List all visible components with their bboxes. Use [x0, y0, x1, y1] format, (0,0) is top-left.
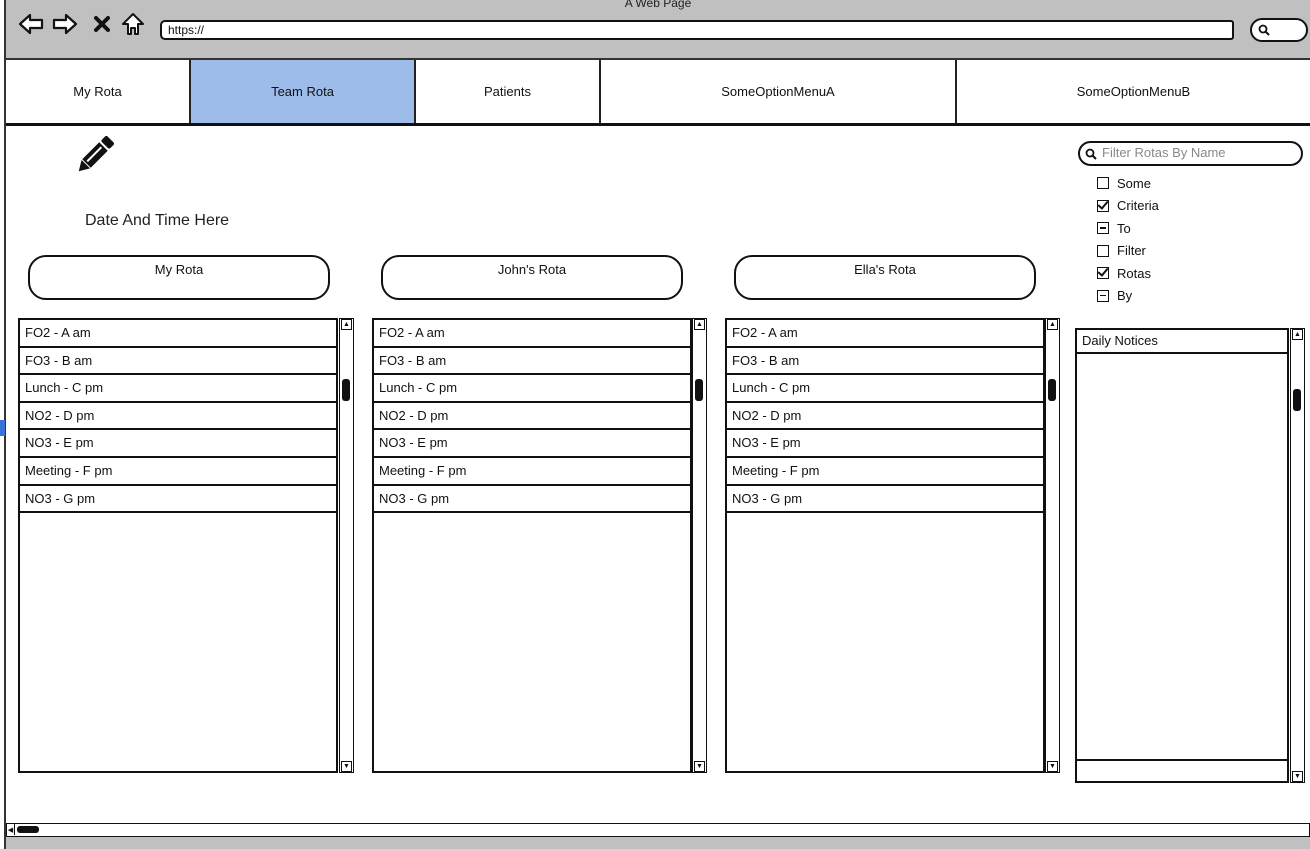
rota-list-my-rota: FO2 - A am FO3 - B am Lunch - C pm NO2 -… — [18, 318, 338, 773]
checkbox-some[interactable]: Some — [1097, 172, 1159, 195]
list-item[interactable]: NO2 - D pm — [727, 403, 1043, 431]
list-item[interactable]: NO3 - E pm — [727, 430, 1043, 458]
daily-notices-scrollbar[interactable]: ▲ ▼ — [1290, 328, 1305, 783]
url-input[interactable]: https:// — [160, 20, 1234, 40]
browser-status-bar — [6, 837, 1310, 849]
home-icon — [122, 13, 144, 35]
list-item[interactable]: NO2 - D pm — [20, 403, 336, 431]
scroll-up-arrow-icon[interactable]: ▲ — [694, 319, 705, 330]
checkbox-label: Filter — [1117, 243, 1146, 259]
rota-header-johns-rota[interactable]: John's Rota — [381, 255, 683, 300]
list-item[interactable]: Meeting - F pm — [20, 458, 336, 486]
list-item[interactable]: NO2 - D pm — [374, 403, 690, 431]
checkbox-unchecked-icon — [1097, 177, 1109, 190]
checkbox-unchecked-icon — [1097, 244, 1109, 257]
scroll-up-arrow-icon[interactable]: ▲ — [1047, 319, 1058, 330]
forward-arrow-icon — [52, 13, 78, 35]
list-item[interactable]: FO2 - A am — [20, 320, 336, 348]
search-icon — [1085, 148, 1097, 160]
daily-notices-footer — [1077, 759, 1287, 781]
rota-list-ellas-rota-scrollbar[interactable]: ▲ ▼ — [1045, 318, 1060, 773]
scroll-down-arrow-icon[interactable]: ▼ — [694, 761, 705, 772]
checkbox-label: Rotas — [1117, 265, 1151, 281]
home-button[interactable] — [120, 12, 146, 36]
window-title: A Web Page — [624, 0, 692, 10]
edge-marker — [0, 420, 5, 436]
stop-button[interactable] — [92, 12, 112, 36]
back-arrow-icon — [18, 13, 44, 35]
date-time-label: Date And Time Here — [85, 212, 230, 229]
scroll-up-arrow-icon[interactable]: ▲ — [341, 319, 352, 330]
forward-button[interactable] — [52, 12, 78, 36]
pencil-icon[interactable] — [72, 132, 118, 178]
list-item[interactable]: FO3 - B am — [374, 348, 690, 376]
rota-list-johns-rota: FO2 - A am FO3 - B am Lunch - C pm NO2 -… — [372, 318, 692, 773]
checkbox-label: To — [1117, 220, 1131, 236]
checkbox-checked-icon — [1097, 199, 1109, 212]
list-item[interactable]: Lunch - C pm — [374, 375, 690, 403]
rota-list-my-rota-scrollbar[interactable]: ▲ ▼ — [339, 318, 354, 773]
scroll-thumb[interactable] — [695, 379, 703, 401]
daily-notices-title: Daily Notices — [1077, 330, 1287, 354]
scroll-thumb[interactable] — [1293, 389, 1301, 411]
list-item[interactable]: NO3 - G pm — [20, 486, 336, 514]
rota-list-johns-rota-scrollbar[interactable]: ▲ ▼ — [692, 318, 707, 773]
list-item[interactable]: NO3 - E pm — [374, 430, 690, 458]
rota-header-my-rota[interactable]: My Rota — [28, 255, 330, 300]
tab-team-rota[interactable]: Team Rota — [191, 60, 416, 123]
close-x-icon — [94, 16, 110, 32]
checkbox-checked-icon — [1097, 267, 1109, 280]
rota-header-ellas-rota[interactable]: Ella's Rota — [734, 255, 1036, 300]
checkbox-label: By — [1117, 288, 1133, 304]
scroll-up-arrow-icon[interactable]: ▲ — [1292, 329, 1303, 340]
browser-search-button[interactable] — [1250, 18, 1308, 42]
list-item[interactable]: NO3 - G pm — [727, 486, 1043, 514]
tab-some-option-menu-b[interactable]: SomeOptionMenuB — [957, 60, 1310, 123]
checkbox-rotas[interactable]: Rotas — [1097, 262, 1159, 285]
scroll-down-arrow-icon[interactable]: ▼ — [1292, 771, 1303, 782]
checkbox-filter[interactable]: Filter — [1097, 240, 1159, 263]
checkbox-label: Some — [1117, 175, 1151, 191]
list-item[interactable]: Meeting - F pm — [727, 458, 1043, 486]
list-item[interactable]: FO2 - A am — [727, 320, 1043, 348]
rota-list-ellas-rota: FO2 - A am FO3 - B am Lunch - C pm NO2 -… — [725, 318, 1045, 773]
scroll-left-arrow-icon[interactable]: ◀ — [7, 824, 15, 835]
list-item[interactable]: FO2 - A am — [374, 320, 690, 348]
list-item[interactable]: FO3 - B am — [727, 348, 1043, 376]
main-nav-tabs: My Rota Team Rota Patients SomeOptionMen… — [6, 60, 1310, 126]
browser-chrome: A Web Page https:// — [6, 0, 1310, 60]
checkbox-criteria[interactable]: Criteria — [1097, 195, 1159, 218]
scroll-thumb[interactable] — [1048, 379, 1056, 401]
list-item[interactable]: Lunch - C pm — [727, 375, 1043, 403]
checkbox-to[interactable]: To — [1097, 217, 1159, 240]
daily-notices-panel: Daily Notices — [1075, 328, 1289, 783]
list-item[interactable]: Meeting - F pm — [374, 458, 690, 486]
checkbox-indeterminate-icon — [1097, 289, 1109, 302]
tab-patients[interactable]: Patients — [416, 60, 601, 123]
search-icon — [1258, 24, 1270, 36]
filter-criteria-list: Some Criteria To Filter Rotas By — [1097, 172, 1159, 307]
tab-some-option-menu-a[interactable]: SomeOptionMenuA — [601, 60, 957, 123]
list-item[interactable]: FO3 - B am — [20, 348, 336, 376]
filter-rotas-input[interactable]: Filter Rotas By Name — [1078, 141, 1303, 166]
list-item[interactable]: NO3 - E pm — [20, 430, 336, 458]
page-horizontal-scrollbar[interactable]: ◀ — [6, 823, 1310, 837]
checkbox-by[interactable]: By — [1097, 285, 1159, 308]
checkbox-label: Criteria — [1117, 198, 1159, 214]
scroll-down-arrow-icon[interactable]: ▼ — [341, 761, 352, 772]
list-item[interactable]: Lunch - C pm — [20, 375, 336, 403]
scroll-thumb[interactable] — [17, 826, 39, 833]
tab-my-rota[interactable]: My Rota — [6, 60, 191, 123]
scroll-thumb[interactable] — [342, 379, 350, 401]
list-item[interactable]: NO3 - G pm — [374, 486, 690, 514]
checkbox-indeterminate-icon — [1097, 222, 1109, 235]
scroll-down-arrow-icon[interactable]: ▼ — [1047, 761, 1058, 772]
back-button[interactable] — [18, 12, 44, 36]
